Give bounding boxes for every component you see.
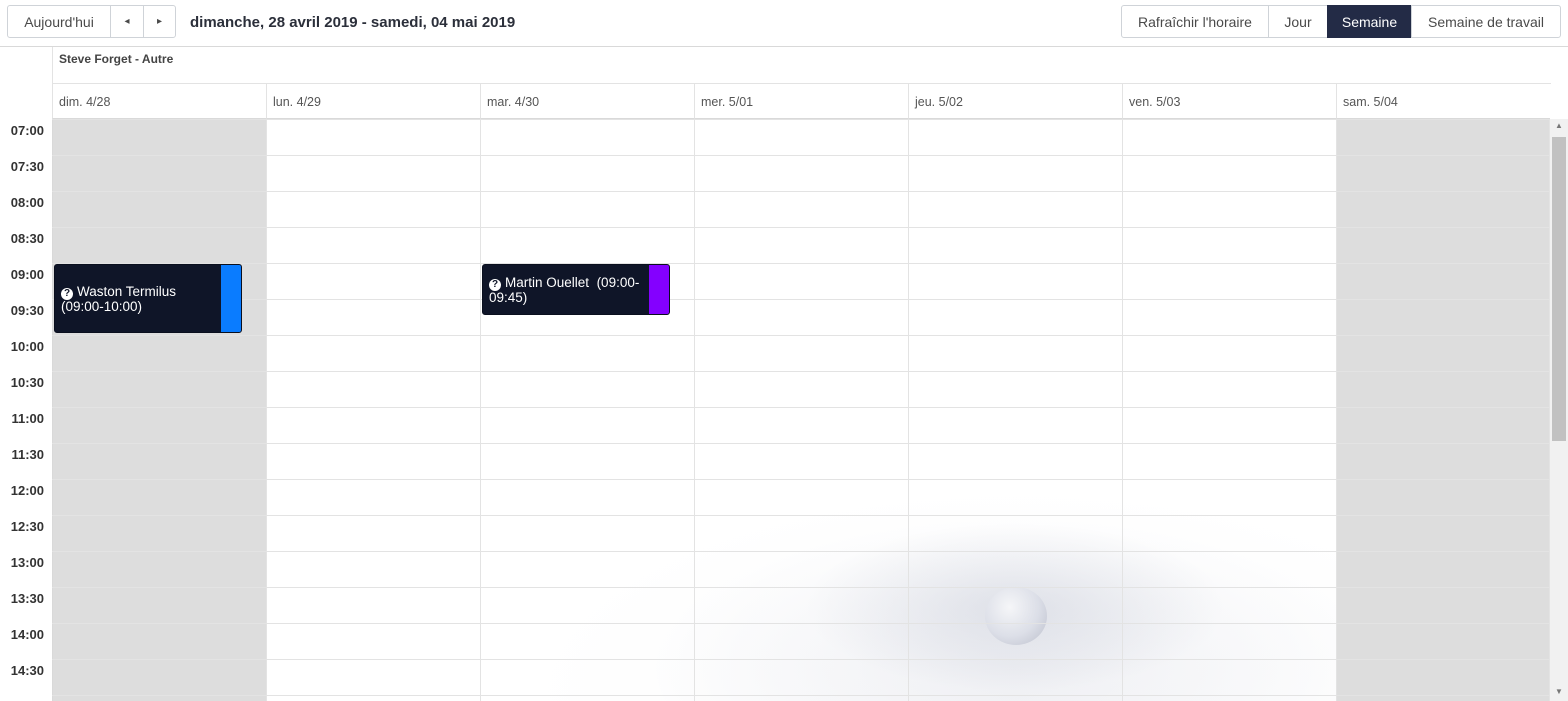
- time-slot-line: [52, 623, 1550, 624]
- day-column-sat[interactable]: [1336, 119, 1550, 701]
- resource-owner-label: Steve Forget - Autre: [59, 52, 174, 66]
- time-label: 13:00: [10, 555, 44, 570]
- time-slot-line: [52, 515, 1550, 516]
- scrollbar-thumb[interactable]: [1552, 137, 1566, 441]
- next-week-button[interactable]: ▸: [143, 5, 176, 38]
- time-label: 08:00: [10, 195, 44, 210]
- time-label: 11:00: [11, 411, 44, 426]
- calendar-event[interactable]: ? Martin Ouellet (09:00-09:45): [482, 264, 670, 315]
- day-header-sun[interactable]: dim. 4/28: [52, 84, 266, 119]
- time-label: 12:00: [10, 483, 44, 498]
- date-range-title: dimanche, 28 avril 2019 - samedi, 04 mai…: [190, 14, 516, 31]
- time-slot-line: [52, 299, 1550, 300]
- time-label: 13:30: [10, 591, 44, 606]
- time-slot-line: [52, 407, 1550, 408]
- scroll-down-icon[interactable]: ▼: [1550, 687, 1568, 699]
- day-column-sun[interactable]: [52, 119, 266, 701]
- time-label: 09:00: [10, 267, 44, 282]
- refresh-schedule-button[interactable]: Rafraîchir l'horaire: [1121, 5, 1269, 38]
- time-slot-line: [52, 191, 1550, 192]
- chevron-left-icon: ◂: [124, 16, 130, 27]
- day-header-sat[interactable]: sam. 5/04: [1336, 84, 1550, 119]
- time-slot-line: [52, 227, 1550, 228]
- day-header-fri[interactable]: ven. 5/03: [1122, 84, 1336, 119]
- time-slot-line: [52, 479, 1550, 480]
- day-header-label: mar. 4/30: [487, 95, 540, 109]
- time-slot-line: [52, 371, 1550, 372]
- time-slot-line: [52, 443, 1550, 444]
- day-header-thu[interactable]: jeu. 5/02: [908, 84, 1122, 119]
- time-slot-line: [52, 263, 1550, 264]
- day-header-label: sam. 5/04: [1343, 95, 1398, 109]
- calendar-toolbar: Aujourd'hui ◂ ▸ dimanche, 28 avril 2019 …: [0, 0, 1568, 46]
- day-header-label: jeu. 5/02: [915, 95, 963, 109]
- day-header-wed[interactable]: mer. 5/01: [694, 84, 908, 119]
- time-label: 11:30: [11, 447, 44, 462]
- time-slot-line: [52, 587, 1550, 588]
- day-column-mon[interactable]: [266, 119, 480, 701]
- time-label: 10:00: [10, 339, 44, 354]
- event-title: Waston Termilus: [77, 284, 177, 299]
- time-slot-line: [52, 659, 1550, 660]
- time-label: 07:30: [10, 159, 44, 174]
- week-calendar: Steve Forget - Autre dim. 4/28 lun. 4/29…: [0, 46, 1568, 701]
- day-column-tue[interactable]: [480, 119, 694, 701]
- chevron-right-icon: ▸: [156, 16, 163, 27]
- previous-week-button[interactable]: ◂: [110, 5, 144, 38]
- time-label: 10:30: [10, 375, 44, 390]
- day-header-label: lun. 4/29: [273, 95, 321, 109]
- event-color-bar: [649, 265, 669, 314]
- day-column-thu[interactable]: [908, 119, 1122, 701]
- time-slot-line: [52, 119, 1550, 120]
- event-title: Martin Ouellet: [505, 275, 590, 290]
- time-slot-line: [52, 695, 1550, 696]
- time-slot-line: [52, 551, 1550, 552]
- vertical-scrollbar[interactable]: ▲ ▼: [1550, 119, 1568, 701]
- day-view-button[interactable]: Jour: [1268, 5, 1328, 38]
- time-slot-line: [52, 335, 1550, 336]
- work-week-view-button[interactable]: Semaine de travail: [1411, 5, 1561, 38]
- week-view-button[interactable]: Semaine: [1327, 5, 1412, 38]
- scroll-up-icon[interactable]: ▲: [1550, 121, 1568, 133]
- time-label: 12:30: [10, 519, 44, 534]
- time-label: 08:30: [10, 231, 44, 246]
- time-label: 09:30: [10, 303, 44, 318]
- event-time: (09:00-10:00): [61, 299, 143, 314]
- day-header-mon[interactable]: lun. 4/29: [266, 84, 480, 119]
- time-label: 14:00: [10, 627, 44, 642]
- day-header-label: mer. 5/01: [701, 95, 754, 109]
- day-column-wed[interactable]: [694, 119, 908, 701]
- time-label: 07:00: [10, 123, 44, 138]
- time-slot-line: [52, 155, 1550, 156]
- event-color-bar: [221, 265, 241, 332]
- time-label: 14:30: [10, 663, 44, 678]
- day-header-label: ven. 5/03: [1129, 95, 1181, 109]
- calendar-event[interactable]: ? Waston Termilus (09:00-10:00): [54, 264, 242, 333]
- resource-header: Steve Forget - Autre: [52, 47, 1551, 84]
- day-column-fri[interactable]: [1122, 119, 1336, 701]
- day-header-label: dim. 4/28: [59, 95, 111, 109]
- today-button[interactable]: Aujourd'hui: [7, 5, 111, 38]
- day-header-tue[interactable]: mar. 4/30: [480, 84, 694, 119]
